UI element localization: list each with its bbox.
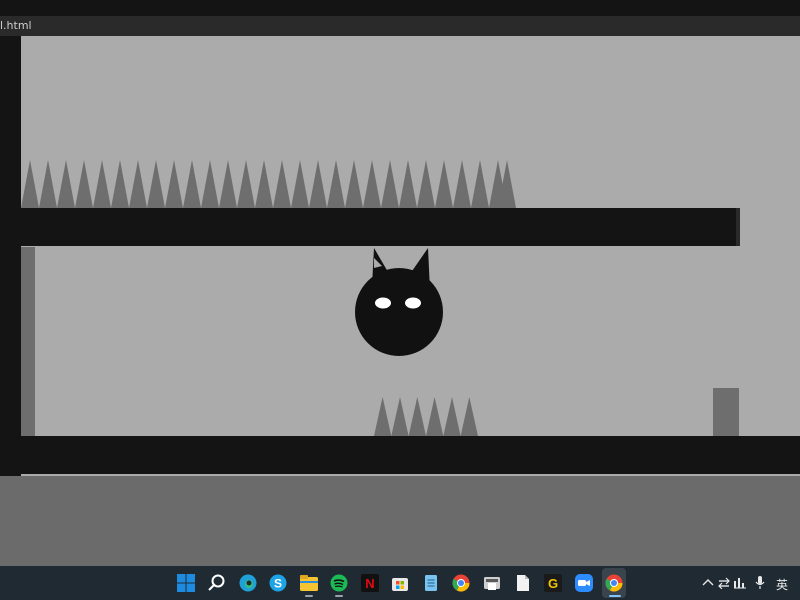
game-canvas[interactable]	[0, 36, 800, 476]
spike-group	[374, 397, 478, 436]
upper-spike-row	[21, 160, 516, 208]
page-below-game	[0, 476, 800, 566]
chrome-active-indicator	[609, 595, 621, 597]
document-icon[interactable]	[514, 574, 532, 592]
chrome-active-icon[interactable]	[605, 574, 623, 592]
cat-character[interactable]	[352, 246, 448, 358]
network-icon[interactable]	[734, 577, 746, 589]
svg-text:S: S	[274, 577, 282, 591]
left-eye	[375, 297, 391, 309]
browser-top-bar	[0, 0, 800, 16]
floor-platform	[0, 436, 800, 474]
spotify-running-indicator	[335, 595, 343, 597]
search-icon[interactable]	[208, 574, 226, 592]
spotify-icon[interactable]	[330, 574, 348, 592]
goal-block	[713, 388, 739, 436]
cat-head	[355, 268, 443, 356]
g-app-icon[interactable]: G	[544, 574, 562, 592]
svg-text:N: N	[365, 576, 374, 591]
left-wall-ledge	[21, 247, 35, 437]
explorer-running-indicator	[305, 595, 313, 597]
chevron-up-icon[interactable]	[702, 577, 714, 589]
zoom-icon[interactable]	[575, 574, 593, 592]
edge-icon[interactable]	[239, 574, 257, 592]
tab-title[interactable]: l.html	[0, 19, 32, 32]
left-wall	[0, 36, 21, 476]
transfer-icon[interactable]	[718, 577, 730, 589]
scanner-icon[interactable]	[483, 574, 501, 592]
lower-spike-row	[374, 397, 478, 436]
notepad-icon[interactable]	[422, 574, 440, 592]
input-language-indicator[interactable]: 英	[776, 576, 788, 593]
file-explorer-icon[interactable]	[300, 574, 318, 592]
right-eye	[405, 297, 421, 309]
svg-text:G: G	[548, 576, 558, 591]
windows-start-icon[interactable]	[177, 574, 195, 592]
netflix-icon[interactable]: N	[361, 574, 379, 592]
microsoft-store-icon[interactable]	[391, 574, 409, 592]
upper-platform-edge	[736, 208, 740, 246]
skype-icon[interactable]: S	[269, 574, 287, 592]
spike-group	[21, 160, 516, 208]
microphone-icon[interactable]	[755, 576, 765, 590]
upper-platform	[21, 208, 738, 246]
browser-tab-strip	[0, 16, 800, 36]
chrome-icon[interactable]	[452, 574, 470, 592]
